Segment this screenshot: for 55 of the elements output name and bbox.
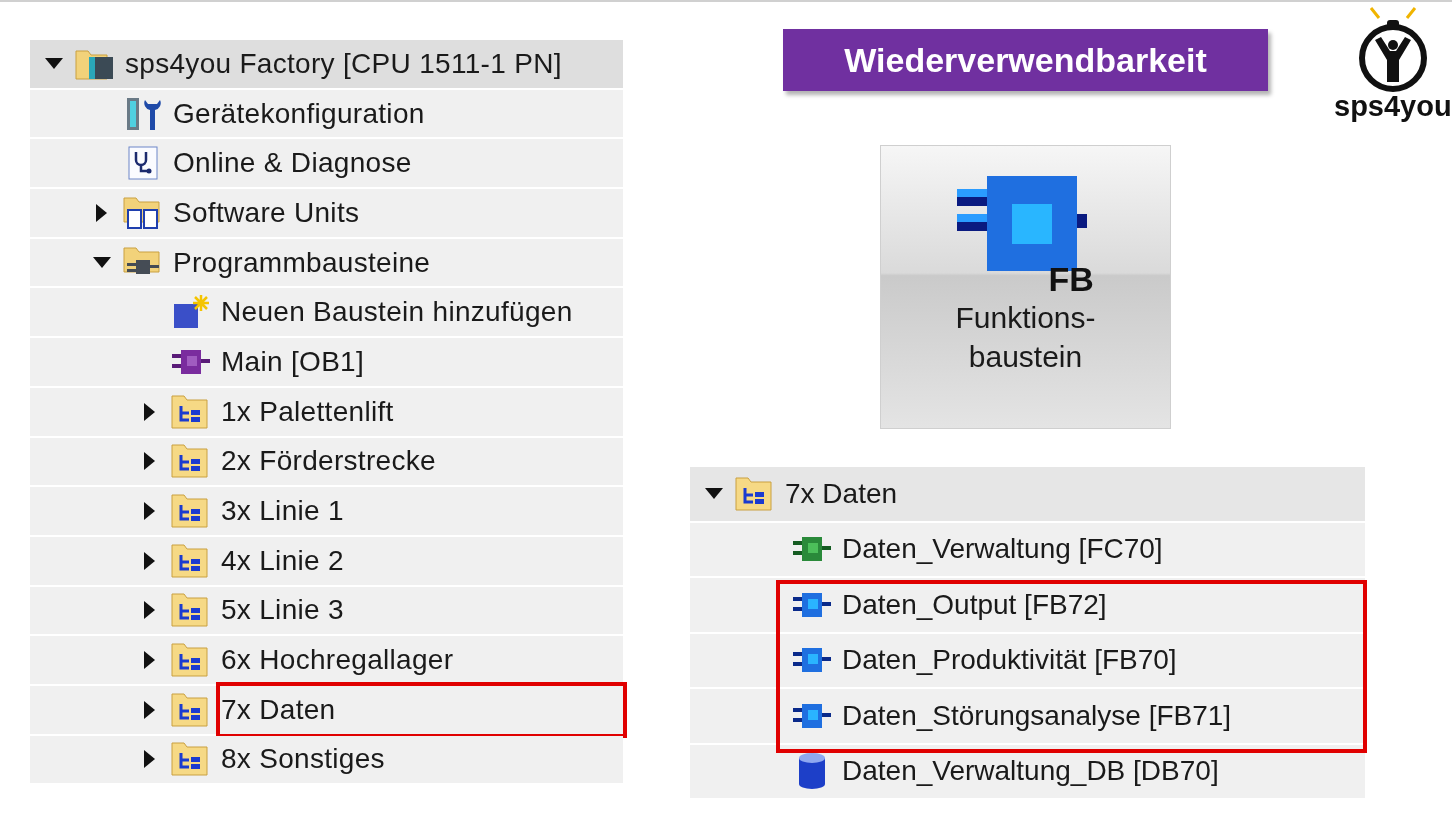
tree-item[interactable]: Daten_Verwaltung [FC70]: [690, 522, 1365, 578]
tree-item[interactable]: Neuen Baustein hinzufügen: [30, 288, 623, 339]
group-folder-icon: [735, 475, 775, 512]
tree-item[interactable]: 1x Palettenlift: [30, 387, 623, 438]
expand-arrow-icon[interactable]: [144, 402, 156, 421]
expand-arrow-icon[interactable]: [144, 601, 156, 620]
tree-item[interactable]: 2x Förderstrecke: [30, 437, 623, 488]
logo-text: sps4you: [1334, 90, 1452, 123]
tree-item[interactable]: 4x Linie 2: [30, 536, 623, 587]
tree-item[interactable]: Gerätekonfiguration: [30, 89, 623, 140]
tree-item[interactable]: sps4you Factory [CPU 1511-1 PN]: [30, 40, 623, 90]
slide-title: Wiederverwendbarkeit: [783, 29, 1268, 91]
tree-item[interactable]: Software Units: [30, 189, 623, 239]
tree-item[interactable]: 8x Sonstiges: [30, 735, 623, 786]
group-folder-icon: [171, 741, 211, 778]
group-folder-icon: [171, 393, 211, 430]
tree-item[interactable]: Daten_Verwaltung_DB [DB70]: [690, 744, 1365, 800]
logo-icon: [1356, 6, 1429, 94]
expand-arrow-icon[interactable]: [144, 750, 156, 769]
expand-arrow-icon[interactable]: [144, 502, 156, 521]
device-wrench-icon: [125, 95, 161, 132]
group-folder-icon: [171, 443, 211, 480]
function-block-button[interactable]: FB Funktions- baustein: [880, 145, 1171, 429]
tree-item[interactable]: 6x Hochregallager: [30, 636, 623, 686]
expand-arrow-icon[interactable]: [144, 651, 156, 670]
tree-item[interactable]: Main [OB1]: [30, 338, 623, 388]
group-folder-icon: [171, 691, 211, 728]
expand-arrow-icon[interactable]: [144, 551, 156, 570]
block-icon: [792, 590, 832, 619]
expand-arrow-icon[interactable]: [144, 452, 156, 471]
tree-item[interactable]: Daten_Output [FB72]: [690, 578, 1365, 634]
units-folder-icon: [123, 195, 163, 230]
tree-item[interactable]: Daten_Produktivität [FB70]: [690, 633, 1365, 689]
collapse-arrow-icon[interactable]: [45, 57, 63, 70]
group-folder-icon: [171, 542, 211, 579]
tree-item[interactable]: 5x Linie 3: [30, 586, 623, 637]
group-folder-icon: [171, 642, 211, 679]
database-icon: [797, 752, 827, 791]
group-folder-icon: [171, 592, 211, 629]
tree-item[interactable]: 3x Linie 1: [30, 487, 623, 537]
collapse-arrow-icon[interactable]: [93, 256, 111, 269]
collapse-arrow-icon[interactable]: [705, 487, 723, 500]
block-icon: [792, 701, 832, 730]
expand-arrow-icon[interactable]: [96, 203, 108, 222]
block-icon: [792, 646, 832, 675]
tree-item[interactable]: 7x Daten: [690, 467, 1365, 523]
block-icon: [171, 347, 211, 376]
tree-item[interactable]: Online & Diagnose: [30, 139, 623, 190]
new-block-icon: [173, 294, 209, 331]
expand-arrow-icon[interactable]: [144, 700, 156, 719]
block-icon: [792, 535, 832, 564]
stethoscope-icon: [128, 146, 158, 181]
tree-item[interactable]: Daten_Störungsanalyse [FB71]: [690, 689, 1365, 745]
group-folder-icon: [171, 493, 211, 530]
tree-item[interactable]: Programmbausteine: [30, 238, 623, 289]
